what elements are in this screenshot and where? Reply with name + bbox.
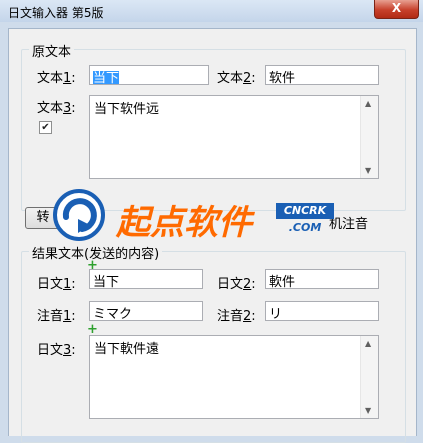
source-group-legend: 原文本 — [29, 41, 75, 60]
jp3-textarea[interactable]: 当下軟件遠 ▲ ▼ — [89, 335, 379, 419]
annotate-option-label[interactable]: 机注音 — [329, 213, 368, 232]
scroll-up-arrow-icon[interactable]: ▲ — [365, 339, 371, 348]
text2-label: 文本2: — [217, 71, 256, 86]
jp2-value: 軟件 — [269, 275, 296, 289]
text3-scrollbar[interactable]: ▲ ▼ — [360, 96, 378, 178]
text1-input[interactable]: 当下 — [89, 65, 209, 85]
watermark-logo-icon — [53, 189, 105, 241]
jp3-label: 日文3: — [37, 343, 76, 358]
reading1-input[interactable]: ミマク — [89, 301, 203, 321]
text2-input[interactable]: 软件 — [265, 65, 379, 85]
reading1-label: 注音1: — [37, 309, 76, 324]
scroll-down-arrow-icon[interactable]: ▼ — [365, 166, 371, 175]
jp2-input[interactable]: 軟件 — [265, 269, 379, 289]
watermark: 起点软件 CNCRK .COM — [44, 185, 334, 245]
jp2-label: 日文2: — [217, 277, 256, 292]
reading2-input[interactable]: リ — [265, 301, 379, 321]
text2-value: 软件 — [269, 71, 296, 85]
window-title: 日文输入器 第5版 — [8, 6, 104, 20]
text3-label: 文本3: — [37, 101, 76, 116]
text1-value: 当下 — [93, 71, 120, 85]
text1-label: 文本1: — [37, 71, 76, 86]
watermark-name: 起点软件 — [116, 203, 252, 243]
plus-icon: + — [87, 322, 98, 337]
text3-textarea[interactable]: 当下软件远 ▲ ▼ — [89, 95, 379, 179]
watermark-badge-top: CNCRK — [276, 203, 334, 219]
scroll-up-arrow-icon[interactable]: ▲ — [365, 99, 371, 108]
scroll-down-arrow-icon[interactable]: ▼ — [365, 406, 371, 415]
reading1-value: ミマク — [93, 307, 133, 321]
jp1-input[interactable]: 当下 — [89, 269, 203, 289]
text3-checkbox[interactable]: ✔ — [39, 121, 52, 134]
watermark-badge-bottom: .COM — [288, 221, 322, 234]
jp1-label: 日文1: — [37, 277, 76, 292]
watermark-badge: CNCRK .COM — [276, 203, 334, 239]
reading2-label: 注音2: — [217, 309, 256, 324]
title-bar: 日文输入器 第5版 X — [0, 0, 423, 22]
jp3-value: 当下軟件遠 — [94, 342, 160, 357]
text3-value: 当下软件远 — [94, 102, 160, 117]
close-button[interactable]: X — [374, 0, 419, 19]
jp3-scrollbar[interactable]: ▲ ▼ — [360, 336, 378, 418]
reading2-value: リ — [269, 307, 283, 321]
jp1-value: 当下 — [93, 275, 120, 289]
